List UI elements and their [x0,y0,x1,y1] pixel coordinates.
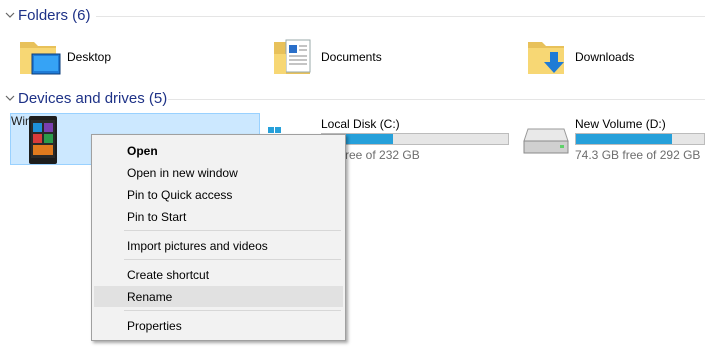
drive-usage-bar [575,133,705,145]
menu-separator [124,230,341,231]
drive-usage-fill [576,134,672,144]
menu-item-label: Pin to Quick access [127,188,233,202]
hard-drive-icon [523,128,569,154]
menu-item-properties[interactable]: Properties [94,315,343,336]
devices-section-title: Devices and drives (5) [18,90,168,107]
menu-item-pin-quick-access[interactable]: Pin to Quick access [94,184,343,205]
menu-separator [124,259,341,260]
menu-item-import-pictures[interactable]: Import pictures and videos [94,235,343,256]
downloads-folder-icon [528,42,564,74]
menu-item-label: Pin to Start [127,210,187,224]
folder-documents[interactable]: Documents [272,34,502,80]
drive-name: Local Disk (C:) [321,117,400,131]
menu-separator [124,310,341,311]
folder-label: Desktop [67,50,112,64]
section-divider [168,99,705,100]
menu-item-label: Properties [127,319,182,333]
menu-item-label: Rename [127,290,173,304]
chevron-down-icon[interactable] [4,9,16,21]
section-divider [96,16,705,17]
menu-item-create-shortcut[interactable]: Create shortcut [94,264,343,285]
drive-free-space: 74.3 GB free of 292 GB [575,148,701,162]
folders-section-title: Folders (6) [18,7,91,24]
folder-downloads[interactable]: Downloads [526,34,701,80]
menu-item-open[interactable]: Open [94,140,343,161]
desktop-folder-icon [20,42,61,75]
folders-section-header[interactable]: Folders (6) [0,5,705,27]
context-menu: Open Open in new window Pin to Quick acc… [91,134,346,341]
drive-usage-bar [321,133,509,145]
documents-folder-icon [274,39,311,74]
devices-section-header[interactable]: Devices and drives (5) [0,88,705,110]
menu-item-label: Import pictures and videos [127,239,268,253]
menu-item-open-new-window[interactable]: Open in new window [94,162,343,183]
drive-name: New Volume (D:) [575,117,666,131]
folder-label: Documents [321,50,382,64]
folder-label: Downloads [575,50,635,64]
menu-item-label: Create shortcut [127,268,210,282]
menu-item-rename[interactable]: Rename [94,286,343,307]
menu-item-pin-to-start[interactable]: Pin to Start [94,206,343,227]
chevron-down-icon[interactable] [4,92,16,104]
windows-phone-icon [29,116,57,164]
menu-item-label: Open in new window [127,166,238,180]
device-new-volume-d[interactable]: New Volume (D:) 74.3 GB free of 292 GB [522,113,705,165]
menu-item-label: Open [127,144,158,158]
folder-desktop[interactable]: Desktop [18,34,248,80]
